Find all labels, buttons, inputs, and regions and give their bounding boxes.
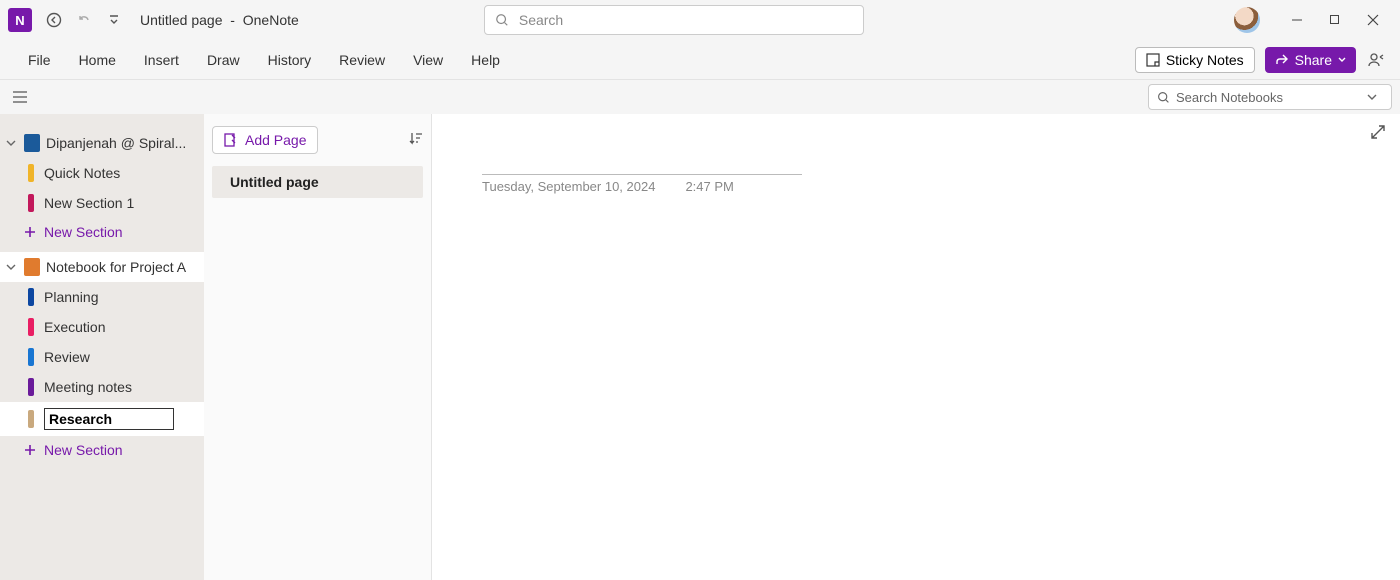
page-item-untitled[interactable]: Untitled page	[212, 166, 423, 198]
section-label: Quick Notes	[44, 165, 120, 181]
new-section-button-2[interactable]: New Section	[0, 436, 204, 464]
people-icon[interactable]	[1366, 50, 1386, 70]
sticky-notes-button[interactable]: Sticky Notes	[1135, 47, 1255, 73]
section-label: New Section 1	[44, 195, 134, 211]
section-label: Planning	[44, 289, 99, 305]
section-color	[28, 318, 34, 336]
menu-draw[interactable]: Draw	[193, 46, 254, 74]
section-new-section-1[interactable]: New Section 1	[0, 188, 204, 218]
notebook-header-2[interactable]: Notebook for Project A	[0, 252, 204, 282]
main-layout: Dipanjenah @ Spiral... Quick Notes New S…	[0, 114, 1400, 580]
notebook-search[interactable]: Search Notebooks	[1148, 84, 1392, 110]
section-color	[28, 378, 34, 396]
page-date: Tuesday, September 10, 2024	[482, 179, 655, 194]
chevron-down-icon	[6, 262, 18, 272]
section-quick-notes[interactable]: Quick Notes	[0, 158, 204, 188]
page-title: Untitled page - OneNote	[140, 12, 299, 28]
pages-column: Add Page Untitled page	[204, 114, 432, 580]
chevron-down-icon	[6, 138, 18, 148]
share-icon	[1275, 53, 1289, 67]
section-review[interactable]: Review	[0, 342, 204, 372]
menu-home[interactable]: Home	[65, 46, 130, 74]
section-color	[28, 288, 34, 306]
section-name-input[interactable]	[44, 408, 174, 430]
section-label: Meeting notes	[44, 379, 132, 395]
section-label: Review	[44, 349, 90, 365]
undo-button[interactable]	[70, 6, 98, 34]
chevron-down-icon	[1367, 92, 1377, 102]
section-color	[28, 194, 34, 212]
add-page-icon	[223, 133, 237, 147]
minimize-button[interactable]	[1278, 1, 1316, 39]
search-icon	[495, 13, 509, 27]
user-avatar[interactable]	[1234, 7, 1260, 33]
notebook-name: Dipanjenah @ Spiral...	[46, 135, 186, 151]
expand-canvas-button[interactable]	[1370, 124, 1386, 145]
menu-view[interactable]: View	[399, 46, 457, 74]
search-icon	[1157, 91, 1170, 104]
qat-dropdown[interactable]	[100, 6, 128, 34]
section-planning[interactable]: Planning	[0, 282, 204, 312]
note-canvas[interactable]: Tuesday, September 10, 2024 2:47 PM	[432, 114, 1400, 580]
menu-insert[interactable]: Insert	[130, 46, 193, 74]
chevron-down-icon	[1338, 56, 1346, 64]
notebook-icon	[24, 134, 40, 152]
section-label: Execution	[44, 319, 105, 335]
section-color	[28, 410, 34, 428]
back-button[interactable]	[40, 6, 68, 34]
menu-file[interactable]: File	[14, 46, 65, 74]
sticky-note-icon	[1146, 53, 1160, 67]
maximize-button[interactable]	[1316, 1, 1354, 39]
expand-icon	[1370, 124, 1386, 140]
title-bar: N Untitled page - OneNote Search	[0, 0, 1400, 40]
add-page-button[interactable]: Add Page	[212, 126, 318, 154]
sidebar-toggle[interactable]	[8, 85, 32, 109]
sort-pages-button[interactable]	[409, 131, 423, 150]
section-color	[28, 348, 34, 366]
menu-history[interactable]: History	[254, 46, 326, 74]
section-color	[28, 164, 34, 182]
section-execution[interactable]: Execution	[0, 312, 204, 342]
page-time: 2:47 PM	[685, 179, 733, 194]
search-input[interactable]: Search	[484, 5, 864, 35]
share-button[interactable]: Share	[1265, 47, 1356, 73]
sort-icon	[409, 131, 423, 145]
close-button[interactable]	[1354, 1, 1392, 39]
page-date-line: Tuesday, September 10, 2024 2:47 PM	[482, 174, 802, 194]
notebook-name: Notebook for Project A	[46, 259, 186, 275]
sub-bar: Search Notebooks	[0, 80, 1400, 114]
new-section-button[interactable]: New Section	[0, 218, 204, 246]
menu-bar: File Home Insert Draw History Review Vie…	[0, 40, 1400, 80]
onenote-logo: N	[8, 8, 32, 32]
notebook-header-1[interactable]: Dipanjenah @ Spiral...	[0, 128, 204, 158]
plus-icon	[24, 226, 36, 238]
section-research-editing[interactable]	[0, 402, 204, 436]
notebook-icon	[24, 258, 40, 276]
section-meeting-notes[interactable]: Meeting notes	[0, 372, 204, 402]
menu-review[interactable]: Review	[325, 46, 399, 74]
menu-help[interactable]: Help	[457, 46, 514, 74]
plus-icon	[24, 444, 36, 456]
notebook-sidebar: Dipanjenah @ Spiral... Quick Notes New S…	[0, 114, 204, 580]
